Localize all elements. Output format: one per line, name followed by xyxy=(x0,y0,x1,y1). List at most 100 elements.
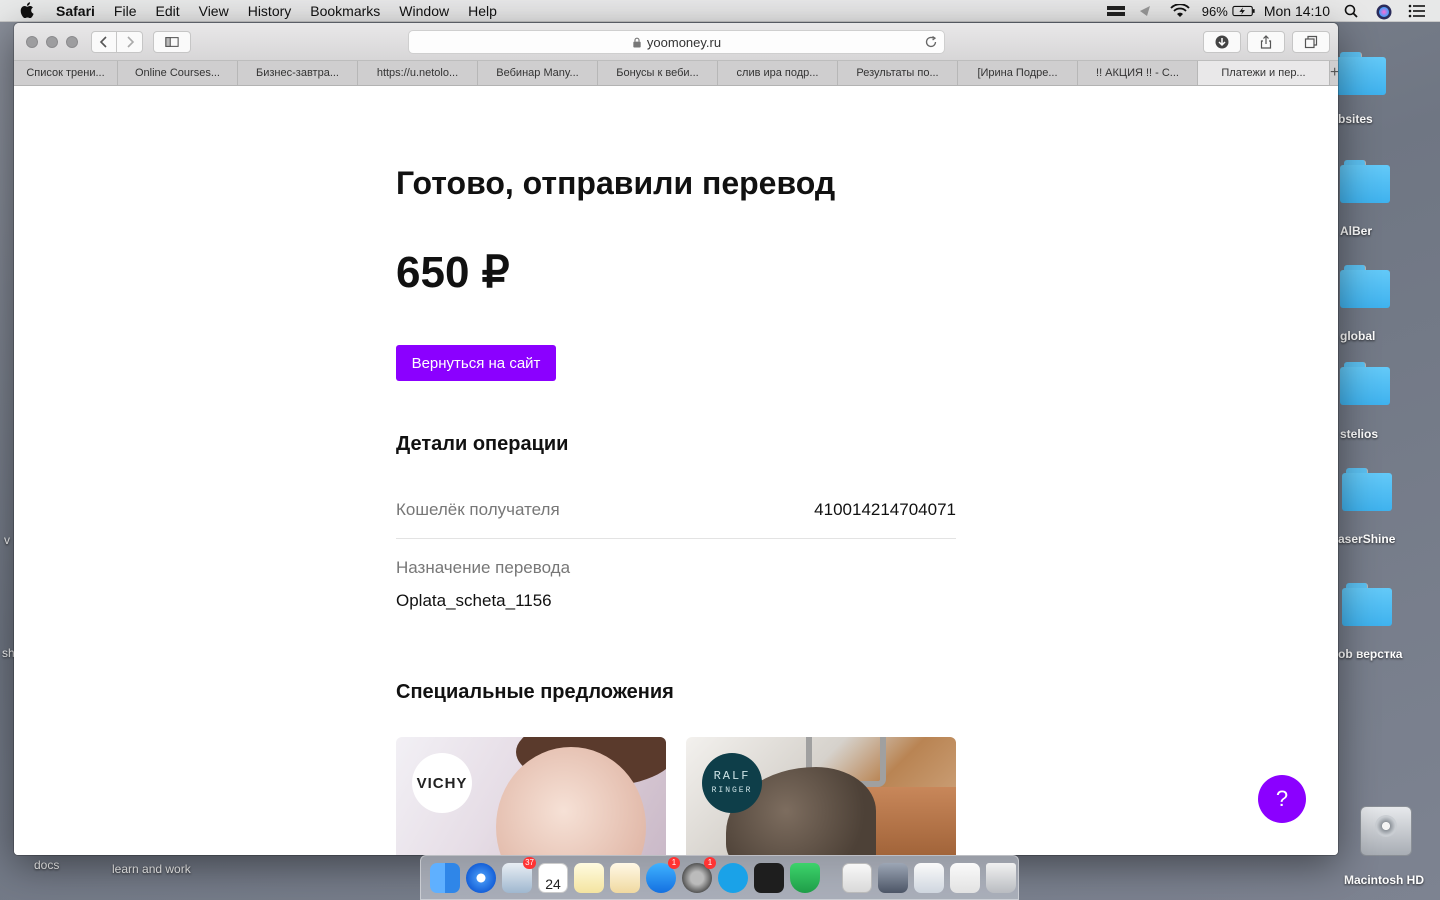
window-stack-icon[interactable] xyxy=(914,862,944,893)
pointer-tool-icon[interactable] xyxy=(1138,4,1156,18)
web-page: Готово, отправили перевод 650 ₽ Вернутьс… xyxy=(14,87,1338,855)
sidebar-icon xyxy=(165,37,179,47)
spotlight-search-icon[interactable] xyxy=(1344,4,1362,18)
desktop-folder-icon[interactable] xyxy=(1342,468,1402,518)
desktop-folder-icon[interactable] xyxy=(1340,160,1400,210)
hard-drive-icon[interactable] xyxy=(1358,800,1414,862)
tab-bar: Список трени... Online Courses... Бизнес… xyxy=(14,61,1338,86)
downloads-stack-icon[interactable] xyxy=(950,862,980,893)
back-button[interactable] xyxy=(91,31,117,53)
tab-overview-button[interactable] xyxy=(1292,31,1330,53)
mail-badge: 37 xyxy=(523,856,536,869)
address-bar[interactable]: yoomoney.ru xyxy=(408,30,945,54)
ralf-ringer-logo: RALF RINGER xyxy=(702,753,762,813)
notes-icon[interactable] xyxy=(574,862,604,893)
settings-badge: 1 xyxy=(704,856,716,869)
download-icon xyxy=(1215,35,1229,49)
browser-tab[interactable]: Online Courses... xyxy=(118,61,238,85)
menu-edit[interactable]: Edit xyxy=(155,3,179,19)
desktop-folder-icon[interactable] xyxy=(1342,583,1402,633)
browser-tab[interactable]: Результаты по... xyxy=(838,61,958,85)
app-store-icon[interactable]: 1 xyxy=(646,856,680,893)
menu-app-name[interactable]: Safari xyxy=(56,3,95,19)
desktop-folder-icon[interactable] xyxy=(1336,52,1396,102)
skype-icon[interactable] xyxy=(718,862,748,893)
offers-heading: Специальные предложения xyxy=(396,681,674,703)
share-icon xyxy=(1260,35,1272,49)
zoom-window-button[interactable] xyxy=(66,36,78,48)
browser-tab[interactable]: Бизнес-завтра... xyxy=(238,61,358,85)
help-button[interactable]: ? xyxy=(1258,775,1306,823)
security-app-icon[interactable] xyxy=(790,862,820,893)
browser-tab[interactable]: !! АКЦИЯ !! - С... xyxy=(1078,61,1198,85)
browser-toolbar: yoomoney.ru xyxy=(14,23,1338,61)
forward-button[interactable] xyxy=(117,31,143,53)
desktop-item-label: learn and work xyxy=(112,862,191,876)
menu-window[interactable]: Window xyxy=(399,3,449,19)
status-area: 96% Mon 14:10 xyxy=(1106,0,1440,22)
purpose-value: Oplata_scheta_1156 xyxy=(396,591,552,610)
sidebar-toggle-button[interactable] xyxy=(153,31,191,53)
battery-icon[interactable] xyxy=(1232,4,1255,18)
menu-bookmarks[interactable]: Bookmarks xyxy=(310,3,380,19)
reload-icon[interactable] xyxy=(924,35,938,49)
new-tab-button[interactable]: + xyxy=(1330,61,1338,85)
close-window-button[interactable] xyxy=(26,36,38,48)
desktop-folder-label: aserShine xyxy=(1338,532,1396,546)
calendar-icon[interactable]: 24 xyxy=(538,862,568,893)
chevron-right-icon xyxy=(126,36,134,48)
browser-tab[interactable]: [Ирина Подре... xyxy=(958,61,1078,85)
safari-icon[interactable] xyxy=(466,862,496,893)
brand-sub: RINGER xyxy=(711,786,753,795)
document-icon[interactable] xyxy=(842,862,872,893)
menu-help[interactable]: Help xyxy=(468,3,497,19)
offer-card-vichy[interactable]: VICHY xyxy=(396,737,666,855)
vichy-logo: VICHY xyxy=(412,753,472,813)
screenshot-stack-icon[interactable] xyxy=(878,862,908,893)
battery-percent: 96% xyxy=(1201,3,1228,19)
menu-view[interactable]: View xyxy=(199,3,229,19)
menu-history[interactable]: History xyxy=(248,3,292,19)
brand-name: RALF xyxy=(713,768,751,783)
browser-tab[interactable]: Вебинар Many... xyxy=(478,61,598,85)
chevron-left-icon xyxy=(99,36,107,48)
menu-clock[interactable]: Mon 14:10 xyxy=(1264,3,1330,19)
mail-icon[interactable]: 37 xyxy=(502,856,536,893)
siri-icon[interactable] xyxy=(1376,4,1394,20)
return-to-site-button[interactable]: Вернуться на сайт xyxy=(396,345,556,381)
apple-menu-icon[interactable] xyxy=(20,1,42,18)
notification-center-icon[interactable] xyxy=(1408,4,1426,18)
minimize-window-button[interactable] xyxy=(46,36,58,48)
menu-file[interactable]: File xyxy=(114,3,137,19)
browser-tab[interactable]: слив ира подр... xyxy=(718,61,838,85)
desktop-folder-icon[interactable] xyxy=(1340,362,1400,412)
browser-tab[interactable]: Бонусы к веби... xyxy=(598,61,718,85)
menu-bar: Safari File Edit View History Bookmarks … xyxy=(0,0,1440,22)
safari-window: yoomoney.ru Список трени... Online Cours… xyxy=(14,23,1338,855)
wifi-icon[interactable] xyxy=(1170,3,1190,18)
calendar-day: 24 xyxy=(545,875,561,892)
details-heading: Детали операции xyxy=(396,433,569,455)
desktop-folder-label: global xyxy=(1340,329,1376,343)
figma-icon[interactable] xyxy=(754,862,784,893)
app-store-badge: 1 xyxy=(668,856,680,869)
desktop-folder-label: ob верстка xyxy=(1338,647,1403,661)
system-preferences-icon[interactable]: 1 xyxy=(682,856,716,893)
trash-icon[interactable] xyxy=(986,862,1016,893)
pages-icon[interactable] xyxy=(610,862,640,893)
share-button[interactable] xyxy=(1247,31,1285,53)
browser-tab[interactable]: https://u.netolo... xyxy=(358,61,478,85)
offer-card-ralf-ringer[interactable]: RALF RINGER xyxy=(686,737,956,855)
desktop-folder-icon[interactable] xyxy=(1340,265,1400,315)
purpose-label: Назначение перевода xyxy=(396,558,571,577)
lock-icon xyxy=(633,37,641,48)
downloads-button[interactable] xyxy=(1203,31,1241,53)
desktop-edge-label: sh xyxy=(2,646,15,660)
wallet-label: Кошелёк получателя xyxy=(396,500,560,519)
menu-extra-icon[interactable] xyxy=(1106,4,1125,18)
browser-tab[interactable]: Список трени... xyxy=(14,61,118,85)
tabs-overview-icon xyxy=(1304,35,1318,49)
browser-tab-active[interactable]: Платежи и пер... xyxy=(1198,61,1330,85)
finder-icon[interactable] xyxy=(430,862,460,893)
divider xyxy=(396,538,956,539)
